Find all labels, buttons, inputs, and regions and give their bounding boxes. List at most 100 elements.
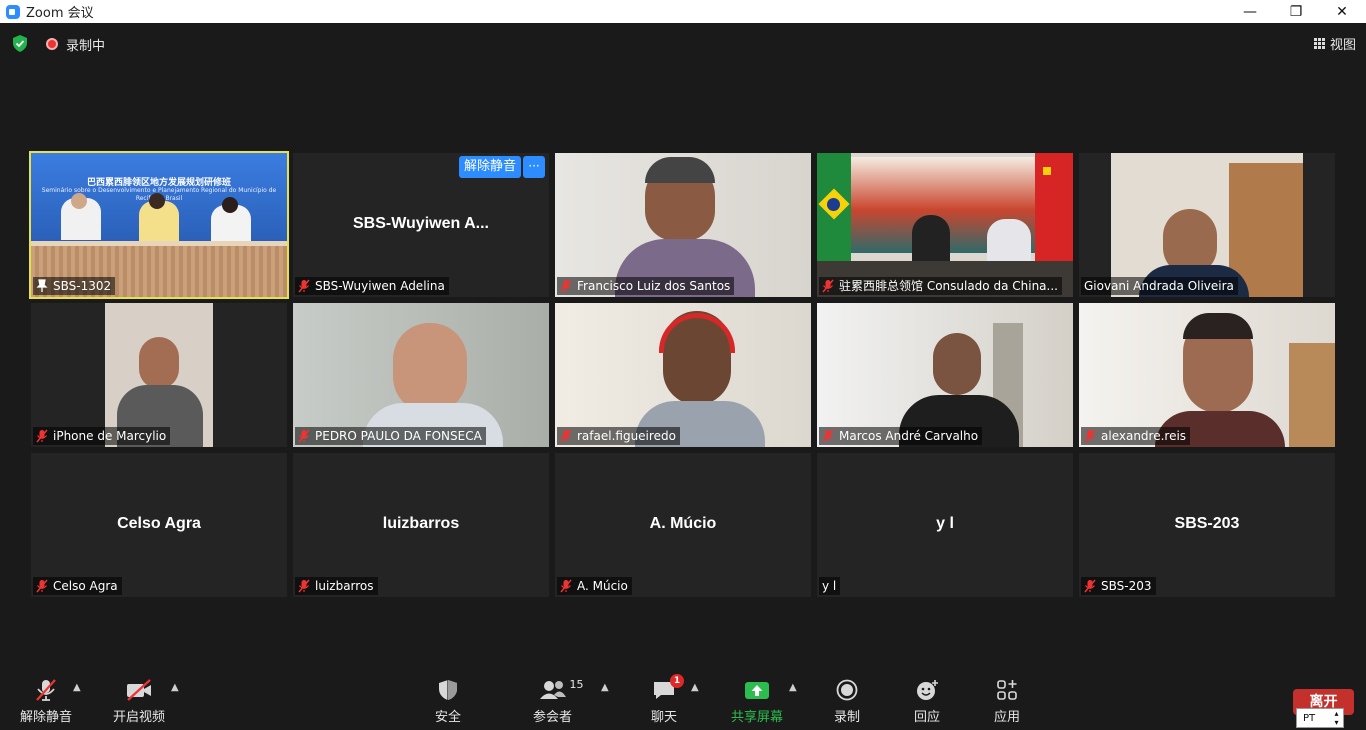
participant-label: y l [819, 577, 841, 595]
chat-options-chevron-icon[interactable]: ▲ [691, 682, 699, 693]
chat-unread-badge: 1 [670, 674, 684, 688]
muted-mic-icon [298, 429, 310, 443]
participant-video [1079, 303, 1335, 447]
video-tile-sbs-203[interactable]: SBS-203 SBS-203 [1079, 453, 1335, 597]
participants-icon [539, 681, 566, 699]
reactions-label: 回应 [913, 710, 940, 725]
more-options-button[interactable]: ··· [523, 156, 545, 178]
video-tile-pedro[interactable]: PEDRO PAULO DA FONSECA [293, 303, 549, 447]
window-title: Zoom 会议 [26, 6, 94, 21]
conference-stage-video: 巴西累西腓领区地方发展规划研修班 Seminário sobre o Desen… [31, 153, 287, 297]
grid-view-icon [1313, 37, 1325, 49]
video-tile-marcylio[interactable]: iPhone de Marcylio [31, 303, 287, 447]
participant-name: Marcos André Carvalho [839, 429, 979, 443]
ask-unmute-button[interactable]: 解除静音 [458, 156, 521, 178]
recording-status: 录制中 [66, 39, 106, 54]
video-tile-rafael[interactable]: rafael.figueiredo [555, 303, 811, 447]
participant-display-name: A. Múcio [649, 515, 717, 532]
maximize-button[interactable]: ❐ [1273, 0, 1319, 23]
muted-mic-icon [822, 429, 834, 443]
participants-button[interactable]: 15 参会者 [533, 678, 584, 725]
meeting-topbar: 录制中 视图 [0, 23, 1366, 63]
video-tile-sbs-wuyiwen[interactable]: SBS-Wuyiwen A... 解除静音 ··· SBS-Wuyiwen Ad… [293, 153, 549, 297]
share-options-chevron-icon[interactable]: ▲ [789, 682, 797, 693]
apps-icon [997, 680, 1017, 700]
participant-video [555, 303, 811, 447]
start-video-button[interactable]: 开启视频 [113, 678, 165, 725]
chat-button[interactable]: 1 聊天 [650, 674, 684, 725]
video-tile-yl[interactable]: y l y l [817, 453, 1073, 597]
video-options-chevron-icon[interactable]: ▲ [171, 682, 179, 693]
participant-name: A. Múcio [577, 579, 628, 593]
participant-name: y l [822, 579, 837, 593]
view-button[interactable]: 视图 [1313, 32, 1356, 54]
participant-label: luizbarros [295, 577, 378, 595]
audio-options-chevron-icon[interactable]: ▲ [73, 682, 81, 693]
participants-label: 参会者 [533, 710, 573, 725]
close-button[interactable]: ✕ [1319, 0, 1365, 23]
participant-name: Celso Agra [53, 579, 118, 593]
participant-video [817, 153, 1073, 297]
video-tile-alexandre[interactable]: alexandre.reis [1079, 303, 1335, 447]
security-label: 安全 [434, 710, 461, 725]
participant-name: SBS-203 [1101, 579, 1152, 593]
apps-label: 应用 [993, 710, 1020, 725]
share-screen-button[interactable]: 共享屏幕 [731, 678, 783, 725]
input-language-selector[interactable]: PT [1296, 708, 1344, 728]
reactions-button[interactable]: 回应 [913, 678, 941, 725]
participant-name: rafael.figueiredo [577, 429, 676, 443]
recording-indicator-icon [46, 38, 58, 50]
share-screen-label: 共享屏幕 [731, 710, 784, 725]
muted-mic-icon [1084, 579, 1096, 593]
muted-mic-icon [560, 279, 572, 293]
unmute-button[interactable]: 解除静音 [20, 678, 72, 725]
video-tile-marcos[interactable]: Marcos André Carvalho [817, 303, 1073, 447]
video-tile-celso[interactable]: Celso Agra Celso Agra [31, 453, 287, 597]
participant-label: Giovani Andrada Oliveira [1081, 277, 1238, 295]
participant-name: luizbarros [315, 579, 374, 593]
participant-label: A. Múcio [557, 577, 632, 595]
muted-mic-icon [36, 579, 48, 593]
participant-name: alexandre.reis [1101, 429, 1187, 443]
video-tile-mucio[interactable]: A. Múcio A. Múcio [555, 453, 811, 597]
participant-label: SBS-1302 [33, 277, 116, 295]
muted-mic-icon [822, 279, 834, 293]
video-tile-giovani[interactable]: Giovani Andrada Oliveira [1079, 153, 1335, 297]
participants-options-chevron-icon[interactable]: ▲ [601, 682, 609, 693]
security-button[interactable]: 安全 [434, 678, 462, 725]
participant-display-name: luizbarros [382, 515, 460, 532]
participant-video [293, 303, 549, 447]
participants-count: 15 [569, 678, 584, 691]
encryption-shield-icon[interactable] [12, 35, 28, 52]
view-label: 视图 [1329, 37, 1356, 53]
participant-label: SBS-Wuyiwen Adelina [295, 277, 449, 295]
participant-name: PEDRO PAULO DA FONSECA [315, 429, 482, 443]
video-tile-luizbarros[interactable]: luizbarros luizbarros [293, 453, 549, 597]
participant-label: Marcos André Carvalho [819, 427, 983, 445]
video-tile-sbs-1302[interactable]: 巴西累西腓领区地方发展规划研修班 Seminário sobre o Desen… [29, 151, 289, 299]
apps-button[interactable]: 应用 [993, 678, 1021, 725]
video-tile-consulado[interactable]: 驻累西腓总领馆 Consulado da China... [817, 153, 1073, 297]
video-tile-francisco[interactable]: Francisco Luiz dos Santos [555, 153, 811, 297]
participant-display-name: y l [936, 515, 954, 532]
participant-name: SBS-1302 [53, 279, 112, 293]
participant-name: Francisco Luiz dos Santos [577, 279, 731, 293]
muted-microphone-icon [36, 679, 56, 701]
participant-video [555, 153, 811, 297]
record-label: 录制 [833, 710, 860, 725]
participant-label: rafael.figueiredo [557, 427, 680, 445]
minimize-button[interactable]: — [1227, 0, 1273, 23]
muted-mic-icon [560, 429, 572, 443]
muted-mic-icon [560, 579, 572, 593]
participant-display-name: SBS-Wuyiwen A... [352, 215, 489, 232]
unmute-label: 解除静音 [20, 710, 73, 725]
participant-label: Francisco Luiz dos Santos [557, 277, 735, 295]
muted-mic-icon [1084, 429, 1096, 443]
window-titlebar: Zoom 会议 — ❐ ✕ [0, 0, 1366, 23]
participant-label: PEDRO PAULO DA FONSECA [295, 427, 486, 445]
muted-mic-icon [298, 279, 310, 293]
participant-name: Giovani Andrada Oliveira [1084, 279, 1234, 293]
record-icon [836, 679, 858, 701]
video-off-icon [127, 679, 151, 701]
record-button[interactable]: 录制 [833, 678, 861, 725]
